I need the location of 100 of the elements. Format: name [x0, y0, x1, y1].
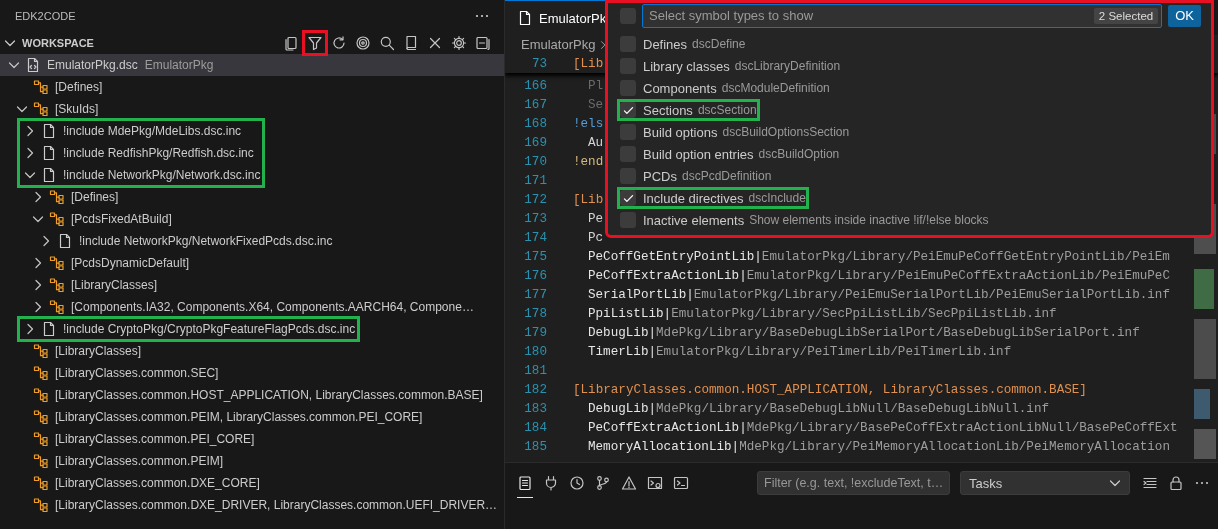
option-item[interactable]: Include directives dscInclude — [620, 190, 806, 206]
code-line: !end — [573, 154, 604, 169]
tree-item[interactable]: [PcdsFixedAtBuild] — [30, 211, 172, 227]
tree-item[interactable]: [LibraryClasses.common.SEC] — [14, 365, 219, 381]
line-number: 169 — [523, 135, 547, 150]
tree-item[interactable]: [LibraryClasses.common.DXE_DRIVER, LibraryClasses.common.UEFI_DRIVER… — [14, 497, 498, 513]
tree-item[interactable]: [LibraryClasses.common.PEIM, LibraryClasses.common.PEI_CORE] — [14, 409, 423, 425]
code-line: Pe — [588, 211, 604, 226]
book-icon[interactable] — [403, 35, 419, 51]
task-dropdown[interactable]: Tasks — [960, 471, 1130, 495]
settings-icon[interactable] — [451, 35, 467, 51]
close-icon[interactable] — [427, 35, 443, 51]
line-number: 174 — [523, 230, 547, 245]
structure-icon — [49, 299, 65, 315]
structure-icon — [49, 211, 65, 227]
structure-icon — [33, 79, 49, 95]
code-line: SerialPortLib|EmulatorPkg/Library/PeiEmuSerialPortLib/PeiEmuSerialPortLib.inf — [588, 287, 1170, 302]
line-number: 180 — [523, 344, 547, 359]
code-line: Se — [588, 97, 604, 112]
option-item[interactable]: Build options dscBuildOptionsSection — [620, 124, 850, 140]
structure-icon — [33, 431, 49, 447]
line-number: 183 — [523, 401, 547, 416]
tree-item[interactable]: !include RedfishPkg/Redfish.dsc.inc — [22, 145, 254, 161]
tree-item[interactable]: [LibraryClasses.common.PEI_CORE] — [14, 431, 255, 447]
code-line: DebugLib|MdePkg/Library/BaseDebugLibNull/BaseDebugLibNull.inf — [588, 401, 1050, 416]
ok-button[interactable]: OK — [1168, 4, 1201, 27]
tree-item[interactable]: [LibraryClasses.common.HOST_APPLICATION, LibraryClasses.common.BASE] — [14, 387, 483, 403]
tree-item[interactable]: !include CryptoPkg/CryptoPkgFeatureFlagPcds.dsc.inc — [22, 321, 356, 337]
filter-icon[interactable] — [307, 35, 323, 51]
code-line: TimerLib|EmulatorPkg/Library/PeiTimerLib/PeiTimerLib.inf — [588, 344, 1012, 359]
checkbox[interactable] — [620, 190, 636, 206]
file-icon — [41, 145, 57, 161]
line-number: 178 — [523, 306, 547, 321]
code-line: Au — [588, 135, 604, 150]
clear-list-icon[interactable] — [1142, 475, 1158, 491]
code-line: [Lib — [573, 56, 604, 71]
structure-icon — [33, 387, 49, 403]
code-line: [LibraryClasses.common.HOST_APPLICATION, LibraryClasses.common.BASE] — [573, 382, 1087, 397]
structure-icon — [33, 101, 49, 117]
line-number: 179 — [523, 325, 547, 340]
line-number: 175 — [523, 249, 547, 264]
option-item[interactable]: Inactive elements Show elements inside inactive !if/!else blocks — [620, 212, 989, 228]
code-line: PeCoffGetEntryPointLib|EmulatorPkg/Library/PeiEmuPeCoffGetEntryPointLib/PeiEm — [588, 249, 1170, 264]
structure-icon — [33, 409, 49, 425]
structure-icon — [33, 475, 49, 491]
tree-item[interactable]: [Components.IA32, Components.X64, Components.AARCH64, Compone… — [30, 299, 474, 315]
code-line: DebugLib|MdePkg/Library/BaseDebugLibSerialPort/BaseDebugLibSerialPort.inf — [588, 325, 1140, 340]
filter-field[interactable]: Filter (e.g. text, !excludeText, t… — [757, 471, 950, 495]
option-item[interactable]: Sections dscSection — [620, 102, 757, 118]
line-number: 176 — [523, 268, 547, 283]
code-line: PeCoffExtraActionLib|MdePkg/Library/BasePeCoffExtraActionLibNull/BasePeCoffExt — [588, 420, 1178, 435]
tree-item[interactable]: !include MdePkg/MdeLibs.dsc.inc — [22, 123, 242, 139]
tree-item[interactable]: [Defines] — [30, 189, 119, 205]
section-header[interactable]: WORKSPACE — [0, 35, 94, 51]
panel-title: EDK2CODE — [15, 10, 76, 22]
line-number: 166 — [523, 78, 547, 93]
option-item[interactable]: Build option entries dscBuildOption — [620, 146, 840, 162]
line-number: 73 — [530, 56, 547, 71]
structure-icon — [49, 189, 65, 205]
option-item[interactable]: PCDs dscPcdDefinition — [620, 168, 772, 184]
checkbox[interactable] — [620, 102, 636, 118]
line-number: 182 — [523, 382, 547, 397]
line-number: 171 — [523, 173, 547, 188]
line-number: 185 — [523, 439, 547, 454]
tree-item[interactable]: [PcdsDynamicDefault] — [30, 255, 190, 271]
line-number: 173 — [523, 211, 547, 226]
target-icon[interactable] — [355, 35, 371, 51]
option-item[interactable]: Components dscModuleDefinition — [620, 80, 830, 96]
tree-item[interactable]: !include NetworkPkg/Network.dsc.inc — [22, 167, 261, 183]
line-number: 181 — [523, 363, 547, 378]
code-line: Pc — [588, 230, 604, 245]
line-number: 177 — [523, 287, 547, 302]
tree-item[interactable]: [LibraryClasses.common.PEIM] — [14, 453, 224, 469]
file-icon — [41, 123, 57, 139]
structure-icon — [33, 343, 49, 359]
refresh-icon[interactable] — [331, 35, 347, 51]
line-number: 172 — [523, 192, 547, 207]
option-item[interactable]: Defines dscDefine — [620, 36, 746, 52]
collapse-all-icon[interactable] — [475, 35, 491, 51]
tree-item[interactable]: [LibraryClasses] — [30, 277, 158, 293]
file-icon — [41, 321, 57, 337]
tree-item[interactable]: [LibraryClasses.common.DXE_CORE] — [14, 475, 260, 491]
tree-item[interactable]: [LibraryClasses] — [14, 343, 142, 359]
line-number: 168 — [523, 116, 547, 131]
structure-icon — [33, 453, 49, 469]
option-item[interactable]: Library classes dscLibraryDefinition — [620, 58, 841, 74]
code-line: PeCoffExtraActionLib|EmulatorPkg/Library/PeiEmuPeCoffExtraActionLib/PeiEmuPeC — [588, 268, 1170, 283]
code-file-icon — [25, 57, 41, 73]
line-number: 184 — [523, 420, 547, 435]
code-line: Pl — [588, 78, 604, 93]
tree-item[interactable]: !include NetworkPkg/NetworkFixedPcds.dsc.inc — [38, 233, 333, 249]
breadcrumb[interactable]: EmulatorPkg — [521, 37, 596, 52]
search-icon[interactable] — [379, 35, 395, 51]
tree-item[interactable]: [SkuIds] — [14, 101, 99, 117]
copy-icon[interactable] — [283, 35, 299, 51]
lock-icon[interactable] — [1168, 475, 1184, 491]
code-line: [Lib — [573, 192, 604, 207]
tree-item[interactable]: [Defines] — [14, 79, 103, 95]
code-line: !els — [573, 116, 604, 131]
line-number: 167 — [523, 97, 547, 112]
